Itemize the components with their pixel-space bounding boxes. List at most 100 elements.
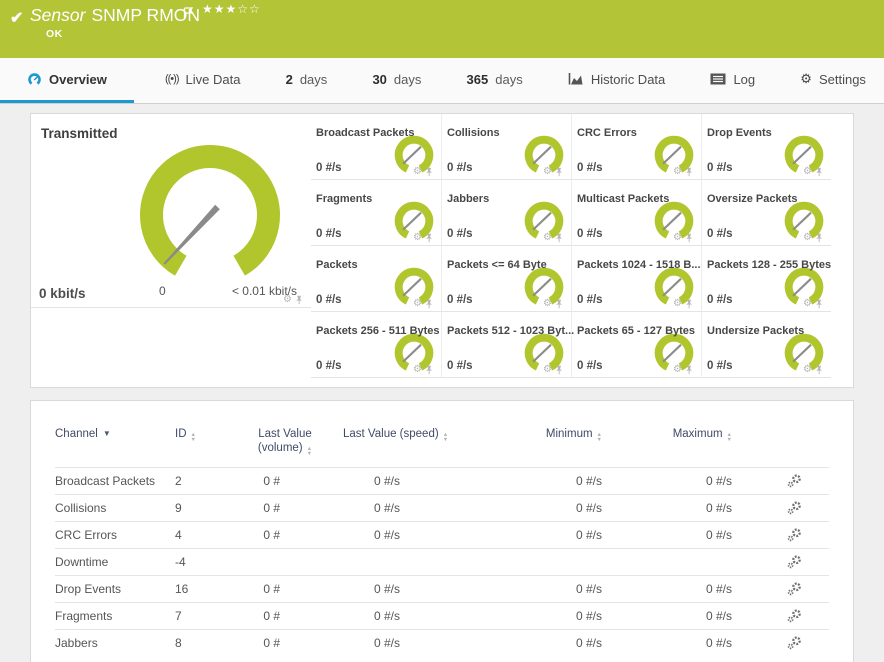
- gear-icon[interactable]: ⚙: [543, 232, 552, 243]
- channel-settings-icon[interactable]: [787, 636, 802, 650]
- main-gauge-value: 0 kbit/s: [39, 286, 86, 301]
- cell-minimum: 0 #/s: [575, 636, 602, 650]
- gear-icon: ⚙: [800, 71, 812, 86]
- pin-icon[interactable]: [685, 233, 693, 243]
- gear-icon[interactable]: ⚙: [673, 364, 682, 375]
- channel-settings-icon[interactable]: [787, 582, 802, 596]
- channel-settings-icon[interactable]: [787, 609, 802, 623]
- gear-icon[interactable]: ⚙: [413, 364, 422, 375]
- channel-value: 0 #/s: [577, 294, 603, 306]
- pin-icon[interactable]: [685, 299, 693, 309]
- tab-365-days[interactable]: 365 days: [453, 58, 537, 103]
- mini-gauge-cell: Packets 1024 - 1518 B... 0 #/s ⚙: [571, 246, 701, 312]
- channel-value: 0 #/s: [447, 294, 473, 306]
- channel-label: Packets <= 64 Byte: [447, 259, 547, 271]
- gear-icon[interactable]: ⚙: [803, 364, 812, 375]
- channel-label: Oversize Packets: [707, 193, 798, 205]
- pin-icon[interactable]: [425, 365, 433, 375]
- sensor-header: ✔ Sensor SNMP RMON ★★★☆☆ OK: [0, 0, 884, 58]
- pin-icon[interactable]: [685, 167, 693, 177]
- mini-gauge-cell: Undersize Packets 0 #/s ⚙: [701, 312, 831, 378]
- table-row: Downtime -4: [55, 548, 829, 575]
- pin-icon[interactable]: [425, 167, 433, 177]
- channel-settings-icon[interactable]: [787, 474, 802, 488]
- gear-icon[interactable]: ⚙: [543, 166, 552, 177]
- tab-overview[interactable]: Overview: [0, 58, 134, 103]
- tab-settings[interactable]: ⚙ Settings: [786, 58, 880, 103]
- sort-icon: ▲ ▼: [726, 432, 732, 443]
- gauges-panel: Transmitted 0 < 0.01 kbit/s 0 kbit/s ⚙ B…: [30, 113, 854, 388]
- priority-flag-icon[interactable]: [183, 7, 194, 19]
- pin-icon[interactable]: [295, 295, 303, 305]
- gear-icon[interactable]: ⚙: [673, 232, 682, 243]
- status-ok-check-icon: ✔: [10, 10, 24, 27]
- gear-icon[interactable]: ⚙: [283, 294, 292, 305]
- cell-minimum: 0 #/s: [575, 501, 602, 515]
- column-header-maximum[interactable]: Maximum ▲ ▼: [610, 427, 735, 442]
- gear-icon[interactable]: ⚙: [673, 166, 682, 177]
- gear-icon[interactable]: ⚙: [803, 298, 812, 309]
- tab-historic-data[interactable]: Historic Data: [554, 58, 679, 103]
- cell-volume: 0 #: [263, 474, 280, 488]
- cell-id: 2: [175, 474, 182, 488]
- tab-label: Historic Data: [590, 71, 666, 87]
- mini-gauge-cell: CRC Errors 0 #/s ⚙: [571, 114, 701, 180]
- table-row: Collisions 9 0 # 0 #/s 0 #/s 0 #/s: [55, 494, 829, 521]
- cell-maximum: 0 #/s: [705, 474, 732, 488]
- cell-id: 8: [175, 636, 182, 650]
- pin-icon[interactable]: [555, 365, 563, 375]
- cell-id: 9: [175, 501, 182, 515]
- tab-log[interactable]: Log: [696, 58, 769, 103]
- pin-icon[interactable]: [425, 233, 433, 243]
- area-chart-icon: [568, 72, 583, 84]
- column-header-last-value-volume[interactable]: Last Value (volume) ▲ ▼: [245, 427, 325, 456]
- column-header-id[interactable]: ID ▲ ▼: [175, 427, 245, 442]
- channel-settings-icon[interactable]: [787, 555, 802, 569]
- tab-bar: Overview ((•)) Live Data 2 days 30 days …: [0, 58, 884, 104]
- column-header-channel[interactable]: Channel ▼: [55, 427, 175, 441]
- pin-icon[interactable]: [555, 299, 563, 309]
- column-header-minimum[interactable]: Minimum ▲ ▼: [475, 427, 610, 442]
- priority-stars[interactable]: ★★★☆☆: [202, 2, 261, 16]
- channel-label: Packets: [316, 259, 358, 271]
- cell-id: -4: [175, 555, 186, 569]
- gear-icon[interactable]: ⚙: [413, 298, 422, 309]
- tab-number: 30: [372, 71, 387, 87]
- gear-icon[interactable]: ⚙: [413, 232, 422, 243]
- pin-icon[interactable]: [685, 365, 693, 375]
- pin-icon[interactable]: [425, 299, 433, 309]
- gear-icon[interactable]: ⚙: [543, 298, 552, 309]
- gear-icon[interactable]: ⚙: [803, 232, 812, 243]
- gear-icon[interactable]: ⚙: [803, 166, 812, 177]
- cell-speed: 0 #/s: [373, 636, 400, 650]
- pin-icon[interactable]: [555, 233, 563, 243]
- tab-2-days[interactable]: 2 days: [272, 58, 342, 103]
- gear-icon[interactable]: ⚙: [413, 166, 422, 177]
- channel-settings-icon[interactable]: [787, 528, 802, 542]
- main-gauge-cell: Transmitted 0 < 0.01 kbit/s 0 kbit/s ⚙: [31, 114, 311, 308]
- channel-value: 0 #/s: [577, 360, 603, 372]
- mini-gauge-cell: Packets 128 - 255 Bytes 0 #/s ⚙: [701, 246, 831, 312]
- channel-value: 0 #/s: [707, 162, 733, 174]
- tab-30-days[interactable]: 30 days: [358, 58, 435, 103]
- live-data-icon: ((•)): [164, 73, 179, 85]
- pin-icon[interactable]: [815, 233, 823, 243]
- gear-icon[interactable]: ⚙: [673, 298, 682, 309]
- channel-settings-icon[interactable]: [787, 501, 802, 515]
- cell-channel: Downtime: [55, 555, 109, 569]
- channel-table-panel: Channel ▼ ID ▲ ▼ Last Value (volume) ▲ ▼ Last…: [30, 400, 854, 662]
- cell-id: 16: [175, 582, 189, 596]
- column-header-last-value-speed[interactable]: Last Value (speed) ▲ ▼: [325, 427, 475, 442]
- channel-value: 0 #/s: [707, 360, 733, 372]
- tab-live-data[interactable]: ((•)) Live Data: [151, 58, 254, 103]
- pin-icon[interactable]: [815, 365, 823, 375]
- pin-icon[interactable]: [815, 299, 823, 309]
- stars-empty: ☆☆: [237, 2, 261, 16]
- gear-icon[interactable]: ⚙: [543, 364, 552, 375]
- pin-icon[interactable]: [815, 167, 823, 177]
- pin-icon[interactable]: [555, 167, 563, 177]
- sensor-title: Sensor SNMP RMON: [30, 5, 200, 26]
- channel-label: Packets 256 - 511 Bytes: [316, 325, 440, 337]
- cell-speed: 0 #/s: [373, 528, 400, 542]
- channel-label: Fragments: [316, 193, 373, 205]
